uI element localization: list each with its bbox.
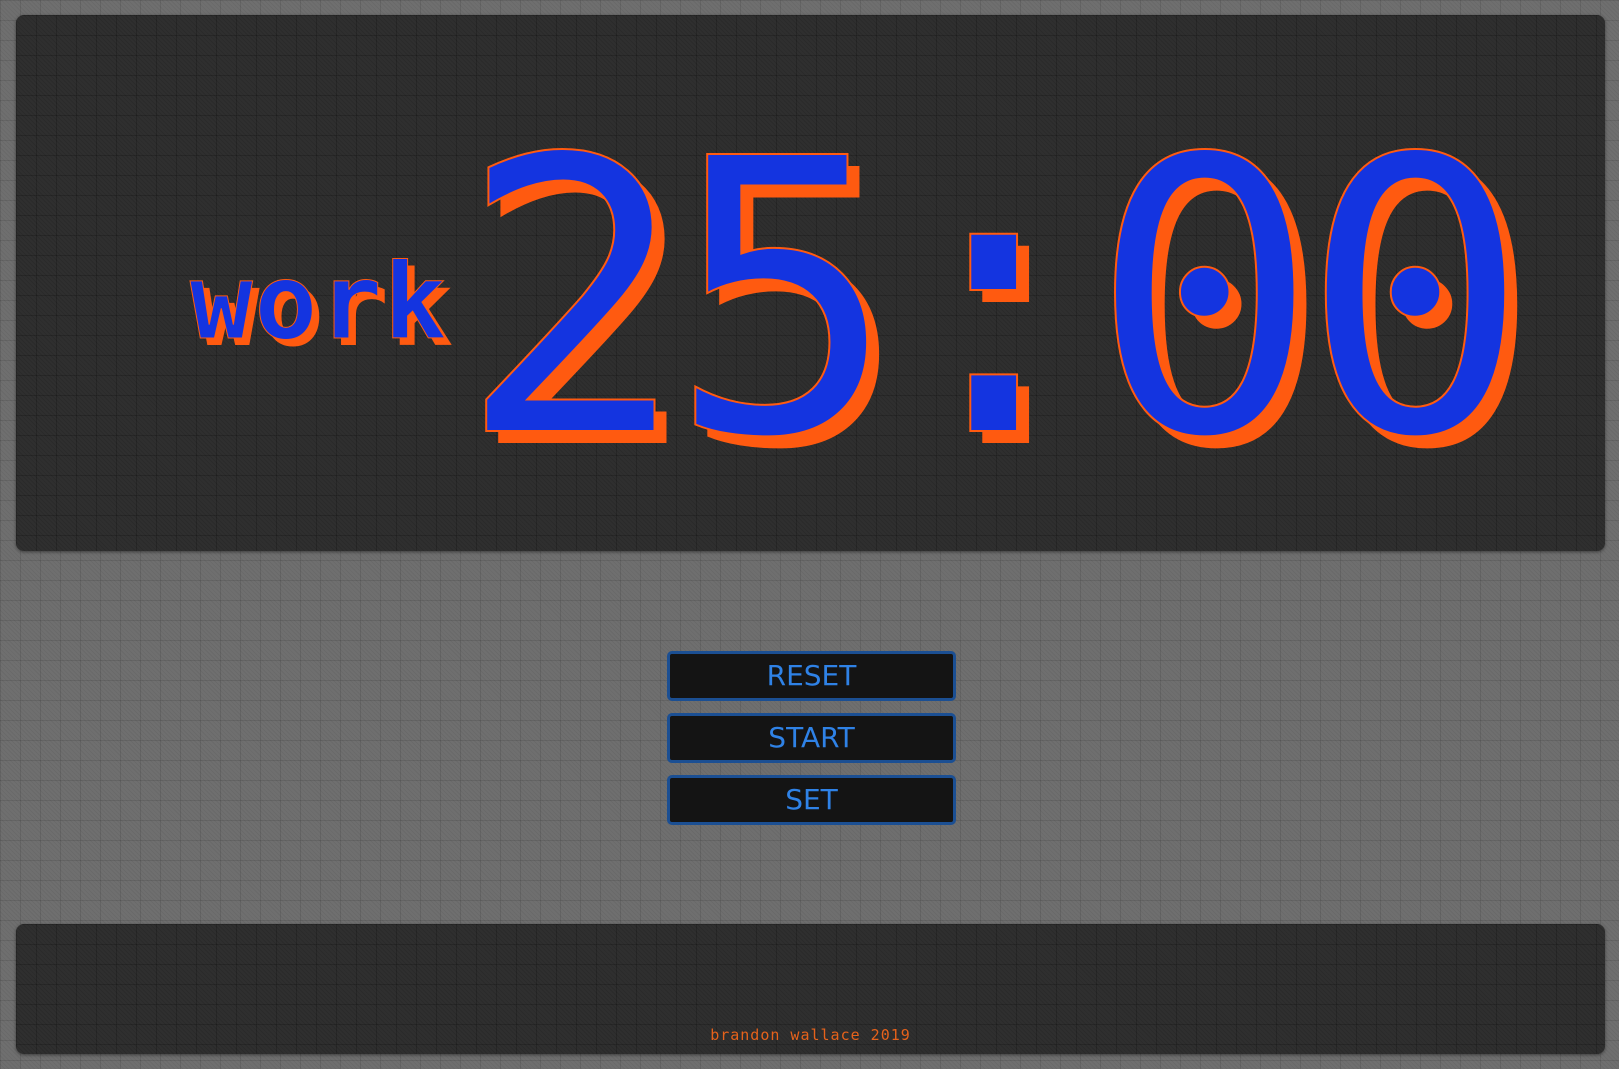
- timer-display: 25:00: [457, 78, 1531, 521]
- set-button[interactable]: SET: [667, 775, 956, 825]
- reset-button[interactable]: RESET: [667, 651, 956, 701]
- timer-mode-label: work: [189, 241, 449, 363]
- footer: brandon wallace 2019: [16, 924, 1605, 1054]
- start-button[interactable]: START: [667, 713, 956, 763]
- timer-panel: work 25:00: [16, 15, 1605, 551]
- timer-controls: RESET START SET: [667, 651, 956, 837]
- footer-credit: brandon wallace 2019: [710, 1026, 911, 1044]
